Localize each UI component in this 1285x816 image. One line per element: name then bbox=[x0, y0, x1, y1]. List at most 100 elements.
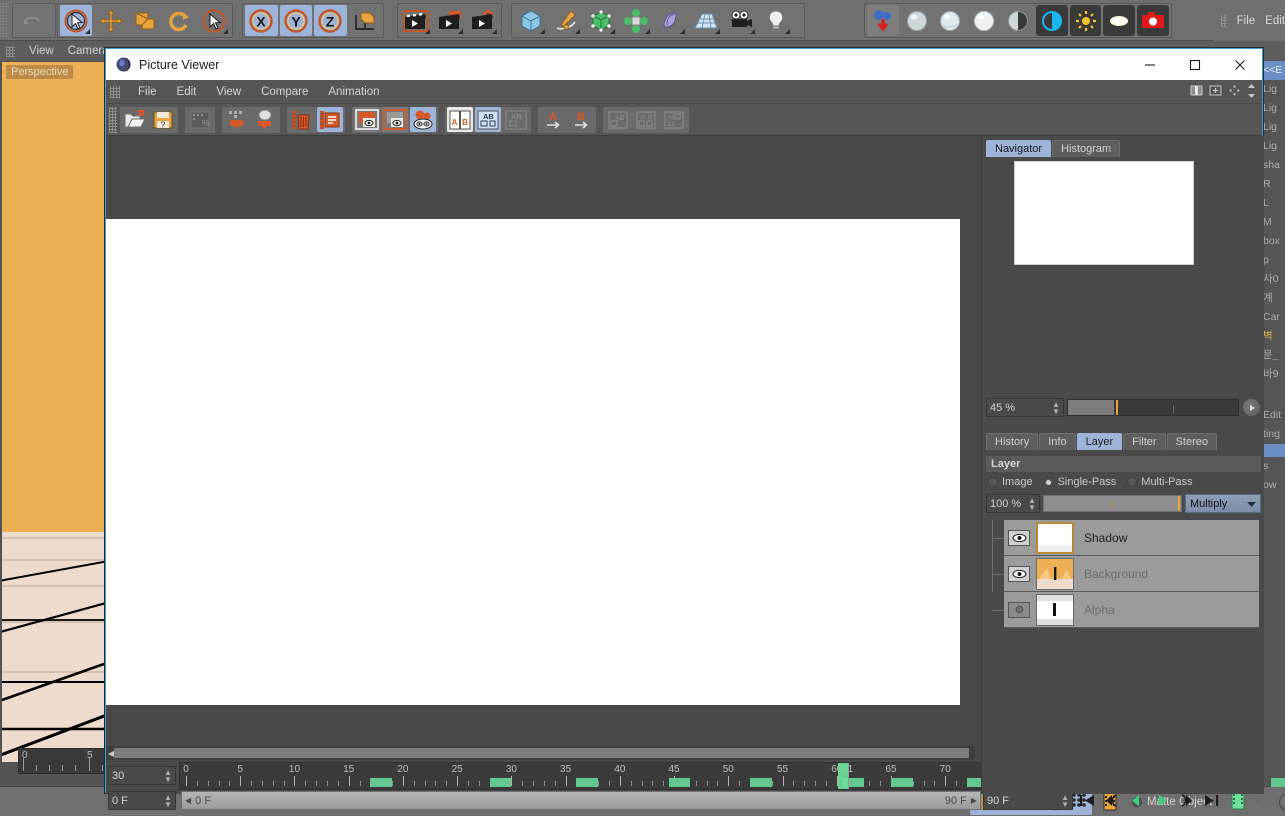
current-frame-handle[interactable] bbox=[837, 763, 848, 789]
list-item[interactable]: Car bbox=[1261, 308, 1285, 327]
tab-layer[interactable]: Layer bbox=[1076, 433, 1123, 450]
lock-x-icon[interactable]: X bbox=[245, 5, 278, 36]
layer-thumbnail[interactable] bbox=[1036, 557, 1074, 590]
keyframe-marker[interactable] bbox=[1270, 778, 1285, 787]
ab-layout-1-icon[interactable]: AB bbox=[605, 107, 631, 132]
keyframe-marker[interactable] bbox=[668, 778, 691, 787]
list-item[interactable]: box bbox=[1261, 232, 1285, 251]
blend-mode-dropdown[interactable]: Multiply bbox=[1185, 494, 1261, 513]
list-item[interactable]: sha bbox=[1261, 156, 1285, 175]
viewport-menubar-grip[interactable] bbox=[6, 45, 15, 57]
fps-field[interactable]: 30 ▲ ▼ bbox=[108, 766, 176, 785]
lock-y-icon[interactable]: Y bbox=[279, 5, 312, 36]
menu-compare[interactable]: Compare bbox=[251, 84, 318, 100]
navigator-zoom-field[interactable]: 45 % ▲ ▼ bbox=[986, 398, 1064, 417]
pan-icon[interactable] bbox=[1228, 84, 1241, 100]
visibility-toggle-icon[interactable] bbox=[1008, 565, 1030, 582]
navigator-zoom-spinner[interactable]: ▲ ▼ bbox=[1052, 400, 1060, 415]
generator-icon[interactable] bbox=[584, 5, 617, 36]
visibility-toggle-icon[interactable] bbox=[1008, 529, 1030, 546]
table-row[interactable]: Background bbox=[992, 556, 1259, 592]
scrollbar-thumb[interactable] bbox=[114, 748, 969, 758]
rendered-image[interactable] bbox=[106, 219, 960, 705]
material-matte-icon[interactable] bbox=[968, 5, 1000, 36]
list-item[interactable]: 계 bbox=[1261, 289, 1285, 308]
lock-z-icon[interactable]: Z bbox=[314, 5, 347, 36]
list-item[interactable]: M bbox=[1261, 213, 1285, 232]
keyframe-marker[interactable] bbox=[370, 778, 393, 787]
view-ab-icon[interactable] bbox=[410, 107, 436, 132]
slider-handle[interactable] bbox=[1115, 400, 1118, 415]
deformer-icon[interactable] bbox=[654, 5, 687, 36]
menu-animation[interactable]: Animation bbox=[318, 84, 389, 100]
scene-floor-icon[interactable] bbox=[689, 5, 722, 36]
resize-icon[interactable] bbox=[1247, 83, 1256, 101]
camera-shot-icon[interactable] bbox=[1137, 5, 1170, 36]
list-item[interactable]: 바9 bbox=[1261, 365, 1285, 384]
range-right-arrow[interactable]: ▶ bbox=[971, 796, 977, 805]
navigator-thumbnail[interactable] bbox=[1014, 161, 1194, 265]
scale-tool-icon[interactable] bbox=[129, 5, 161, 36]
list-item[interactable]: Lig bbox=[1261, 118, 1285, 137]
opacity-slider-handle[interactable] bbox=[1178, 496, 1180, 511]
compare-overlay-icon[interactable]: AB bbox=[475, 107, 501, 132]
layer-thumbnail[interactable] bbox=[1036, 593, 1074, 626]
set-b-icon[interactable]: B bbox=[568, 107, 594, 132]
tab-history[interactable]: History bbox=[986, 433, 1039, 450]
view-compare-icon[interactable] bbox=[382, 107, 408, 132]
radio-single-pass[interactable] bbox=[1043, 477, 1054, 487]
start-frame-field[interactable]: 0 F ▲ ▼ bbox=[108, 791, 176, 810]
list-item[interactable]: 문_ bbox=[1261, 346, 1285, 365]
close-button[interactable] bbox=[1217, 49, 1262, 80]
compare-side-by-side-icon[interactable]: AB bbox=[447, 107, 473, 132]
viewport-menu-camera[interactable]: Camera bbox=[68, 45, 109, 57]
add-spline-icon[interactable] bbox=[549, 5, 582, 36]
ab-layout-2-icon[interactable]: AB bbox=[633, 107, 659, 132]
navigator-preview[interactable] bbox=[986, 158, 1261, 288]
tab-histogram[interactable]: Histogram bbox=[1052, 140, 1121, 157]
render-settings-icon[interactable] bbox=[467, 5, 499, 36]
list-item[interactable]: 사0 bbox=[1261, 270, 1285, 289]
keyframe-marker[interactable] bbox=[489, 778, 512, 787]
list-item[interactable]: p bbox=[1261, 251, 1285, 270]
radio-image[interactable] bbox=[988, 477, 998, 487]
ab-layout-3-icon[interactable]: AB 12 bbox=[661, 107, 687, 132]
keyframe-marker[interactable] bbox=[576, 778, 599, 787]
material-shiny-icon[interactable] bbox=[901, 5, 933, 36]
keyframe-marker[interactable] bbox=[750, 778, 772, 787]
list-item[interactable]: Lig bbox=[1261, 80, 1285, 99]
open-image-icon[interactable] bbox=[122, 107, 148, 132]
send-to-a-icon[interactable] bbox=[224, 107, 250, 132]
light-icon[interactable] bbox=[759, 5, 792, 36]
save-image-icon[interactable]: ? bbox=[150, 107, 176, 132]
tab-filter[interactable]: Filter bbox=[1123, 433, 1166, 450]
menu-file[interactable]: File bbox=[128, 84, 167, 100]
viewport-menu-view[interactable]: View bbox=[29, 45, 54, 57]
keyframe-marker[interactable] bbox=[891, 778, 913, 787]
list-item[interactable]: R bbox=[1261, 175, 1285, 194]
list-item[interactable]: Edit bbox=[1261, 406, 1285, 425]
opacity-slider[interactable] bbox=[1043, 495, 1182, 512]
selection-tool-icon[interactable] bbox=[60, 5, 93, 36]
world-object-coordinates-icon[interactable] bbox=[349, 5, 382, 36]
split-view-icon[interactable] bbox=[1190, 84, 1203, 100]
delete-image-icon[interactable] bbox=[289, 107, 315, 132]
menu-view[interactable]: View bbox=[206, 84, 251, 100]
rotate-tool-icon[interactable] bbox=[163, 5, 195, 36]
add-view-icon[interactable] bbox=[1209, 84, 1222, 100]
list-item[interactable]: 벽 bbox=[1261, 327, 1285, 346]
toolbar-grip[interactable] bbox=[109, 106, 117, 133]
list-item[interactable]: Lig bbox=[1261, 137, 1285, 156]
maximize-button[interactable] bbox=[1172, 49, 1217, 80]
start-frame-spinner[interactable]: ▲ ▼ bbox=[164, 793, 172, 808]
fps-spinner[interactable]: ▲ ▼ bbox=[164, 768, 172, 783]
app-menu-file[interactable]: File bbox=[1237, 15, 1256, 27]
navigator-play-button[interactable] bbox=[1242, 398, 1261, 417]
material-half-icon[interactable] bbox=[1002, 5, 1034, 36]
contrast-icon[interactable] bbox=[1035, 5, 1068, 36]
camera-icon[interactable] bbox=[724, 5, 757, 36]
navigator-zoom-slider[interactable] bbox=[1067, 399, 1239, 416]
opacity-spinner[interactable]: ▲ ▼ bbox=[1028, 496, 1036, 511]
list-item[interactable]: Lig bbox=[1261, 99, 1285, 118]
tab-navigator[interactable]: Navigator bbox=[986, 140, 1052, 157]
